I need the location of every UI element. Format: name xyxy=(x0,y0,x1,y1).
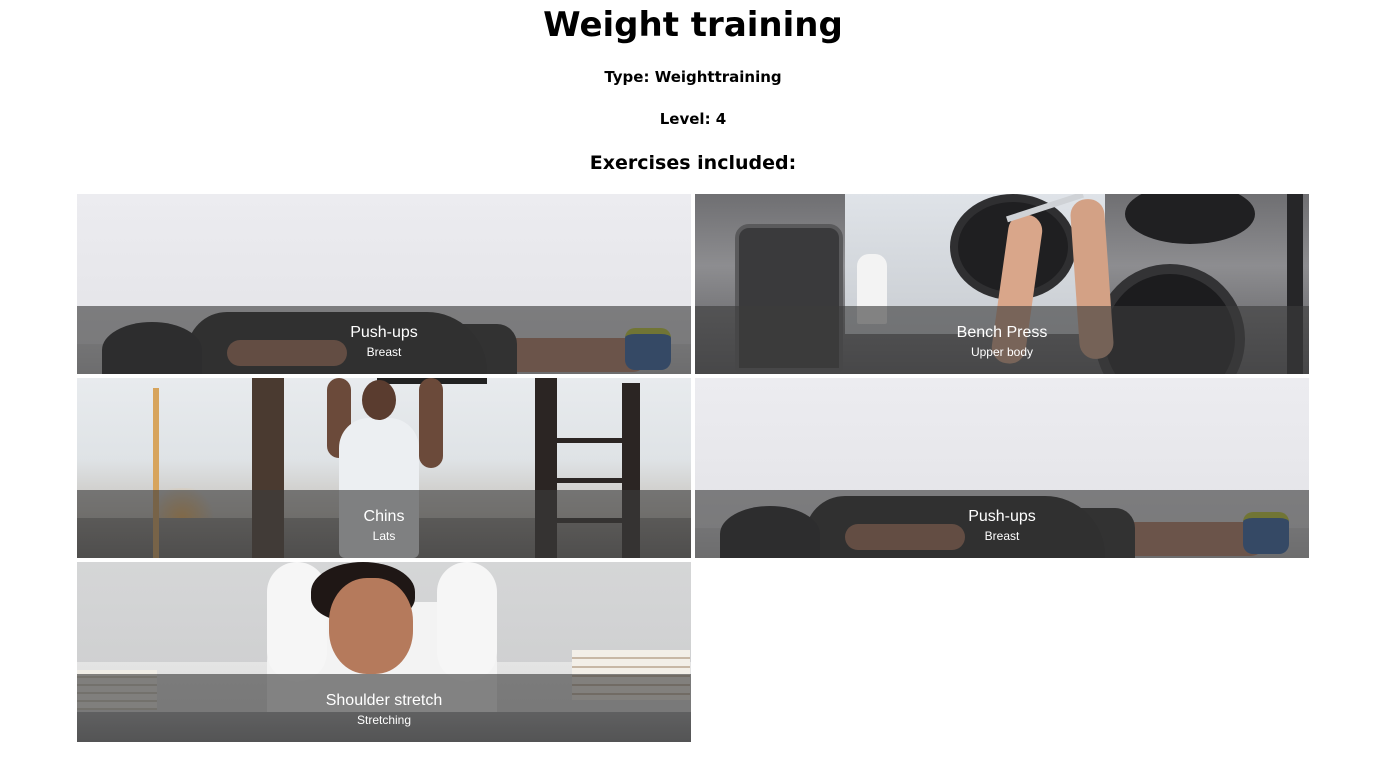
workout-detail-page: Weight training Type: Weighttraining Lev… xyxy=(0,0,1399,780)
exercise-card-push-ups[interactable]: Push-ups Breast xyxy=(77,194,691,374)
exercise-name: Chins xyxy=(363,508,405,525)
exercise-category: Breast xyxy=(984,529,1020,543)
exercise-card-push-ups-2[interactable]: Push-ups Breast xyxy=(695,378,1309,558)
exercise-name: Push-ups xyxy=(350,324,418,341)
exercise-category: Lats xyxy=(372,529,396,543)
exercise-caption: Chins Lats xyxy=(77,490,691,558)
exercise-name: Push-ups xyxy=(968,508,1036,525)
exercise-category: Breast xyxy=(366,345,402,359)
exercise-card-shoulder-stretch[interactable]: Shoulder stretch Stretching xyxy=(77,562,691,742)
exercise-caption: Push-ups Breast xyxy=(695,490,1309,558)
exercise-category: Stretching xyxy=(356,713,412,727)
exercise-name: Bench Press xyxy=(956,324,1048,341)
exercise-card-chins[interactable]: Chins Lats xyxy=(77,378,691,558)
exercise-card-bench-press[interactable]: Bench Press Upper body xyxy=(695,194,1309,374)
exercise-grid: Push-ups Breast Bench Press Upper body C… xyxy=(77,194,1309,742)
workout-type: Type: Weighttraining xyxy=(604,68,782,86)
exercises-heading: Exercises included: xyxy=(589,152,797,174)
workout-level: Level: 4 xyxy=(659,110,727,128)
exercise-caption: Push-ups Breast xyxy=(77,306,691,374)
exercise-caption: Bench Press Upper body xyxy=(695,306,1309,374)
exercise-caption: Shoulder stretch Stretching xyxy=(77,674,691,742)
exercise-category: Upper body xyxy=(970,345,1034,359)
page-title: Weight training xyxy=(543,5,843,45)
exercise-name: Shoulder stretch xyxy=(325,692,443,709)
